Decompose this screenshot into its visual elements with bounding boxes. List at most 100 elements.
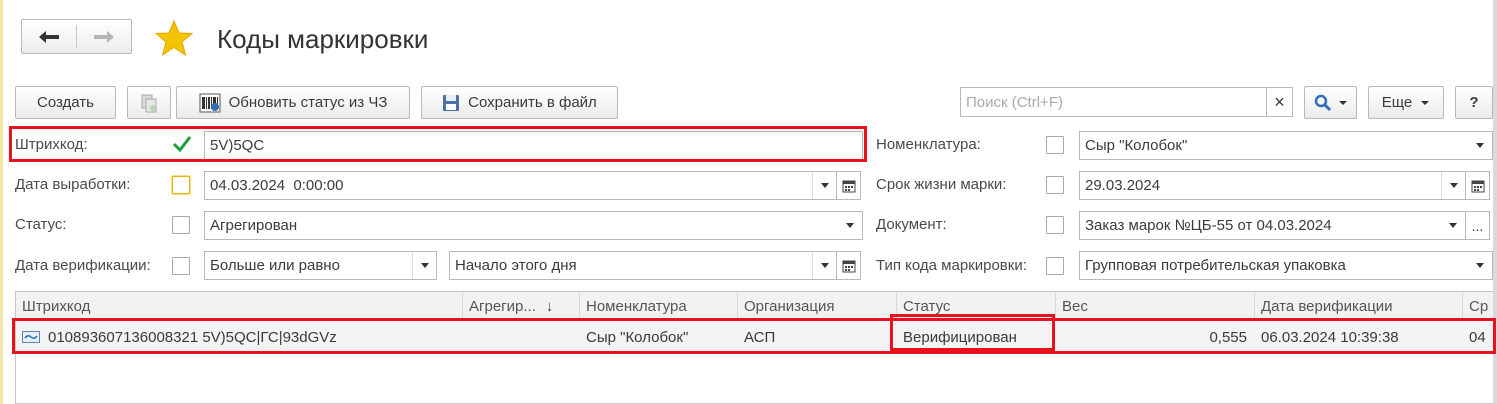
- verification-date-dropdown[interactable]: [812, 252, 836, 279]
- cell-status: Верифицирован: [897, 322, 1056, 352]
- verification-condition-value: Больше или равно: [210, 257, 340, 274]
- status-filter-label: Статус:: [15, 216, 67, 233]
- status-filter-select[interactable]: Агрегирован: [204, 211, 863, 240]
- copy-button[interactable]: [127, 86, 171, 119]
- navigation-buttons: [21, 19, 132, 54]
- extra-value: 04: [1469, 328, 1486, 346]
- status-filter-checkbox[interactable]: [172, 216, 190, 234]
- arrow-left-icon: [39, 30, 59, 43]
- barcode-filter-checkbox[interactable]: [172, 134, 192, 158]
- cell-organization: АСП: [738, 322, 897, 352]
- barcode-filter-label: Штрихкод:: [15, 136, 88, 153]
- mark-code-type-dropdown[interactable]: [1468, 252, 1492, 279]
- calendar-icon: [842, 180, 855, 192]
- document-more-label: ...: [1471, 217, 1484, 234]
- production-date-calendar-button[interactable]: [837, 171, 861, 200]
- table-row[interactable]: 010893607136008321 5V)5QC|ГС|93dGVz Сыр …: [16, 322, 1493, 352]
- mark-code-type-checkbox[interactable]: [1046, 257, 1064, 275]
- mark-lifetime-dropdown[interactable]: [1441, 172, 1465, 199]
- search-input[interactable]: Поиск (Ctrl+F): [960, 87, 1267, 117]
- document-select-button[interactable]: ...: [1466, 211, 1490, 240]
- document-filter-checkbox[interactable]: [1046, 216, 1064, 234]
- mark-lifetime-input[interactable]: 29.03.2024: [1079, 171, 1466, 200]
- mark-code-type-select[interactable]: Групповая потребительская упаковка: [1079, 251, 1493, 280]
- chevron-down-icon: [1476, 263, 1484, 268]
- search-options-button[interactable]: [1304, 86, 1357, 119]
- column-header-status[interactable]: Статус: [897, 292, 1056, 321]
- nomenclature-value: Сыр "Колобок": [586, 328, 689, 346]
- barcode-value: 010893607136008321 5V)5QC|ГС|93dGVz: [48, 328, 337, 346]
- status-dropdown-button[interactable]: [838, 212, 862, 239]
- document-filter-label: Документ:: [876, 216, 947, 233]
- column-header-nomenclature[interactable]: Номенклатура: [580, 292, 738, 321]
- save-to-file-label: Сохранить в файл: [468, 94, 597, 111]
- mark-code-type-value: Групповая потребительская упаковка: [1085, 257, 1346, 274]
- forward-button[interactable]: [77, 20, 131, 53]
- organization-value: АСП: [744, 328, 776, 346]
- production-date-checkbox[interactable]: [172, 176, 190, 194]
- column-header-verification-date[interactable]: Дата верификации: [1255, 292, 1463, 321]
- favorite-star-icon[interactable]: [155, 20, 193, 56]
- row-item-icon: [22, 331, 40, 343]
- create-button[interactable]: Создать: [15, 86, 116, 119]
- verification-date-select[interactable]: Начало этого дня: [449, 251, 837, 280]
- cell-weight: 0,555: [1056, 322, 1255, 352]
- copy-document-icon: [141, 94, 157, 112]
- nomenclature-filter-value: Сыр "Колобок": [1085, 137, 1188, 154]
- refresh-status-button[interactable]: Обновить статус из ЧЗ: [176, 86, 410, 119]
- production-date-input[interactable]: 04.03.2024 0:00:00: [204, 171, 837, 200]
- nomenclature-filter-select[interactable]: Сыр "Колобок": [1079, 131, 1493, 160]
- column-header-label: Статус: [903, 298, 951, 315]
- verification-condition-dropdown[interactable]: [412, 252, 436, 279]
- weight-value: 0,555: [1209, 328, 1247, 346]
- mark-lifetime-calendar-button[interactable]: [1466, 171, 1490, 200]
- column-header-label: Организация: [744, 298, 835, 315]
- close-icon: ×: [1274, 91, 1285, 112]
- clear-search-button[interactable]: ×: [1266, 87, 1293, 117]
- production-date-label: Дата выработки:: [15, 176, 131, 193]
- chevron-down-icon: [820, 263, 829, 268]
- help-label: ?: [1469, 94, 1479, 111]
- chevron-down-icon: [1449, 183, 1458, 188]
- mark-lifetime-label: Срок жизни марки:: [876, 176, 1007, 193]
- production-date-value: 04.03.2024 0:00:00: [210, 177, 344, 194]
- column-header-label: Штрихкод: [22, 298, 91, 315]
- column-header-barcode[interactable]: Штрихкод: [16, 292, 463, 321]
- cell-verification-date: 06.03.2024 10:39:38: [1255, 322, 1463, 352]
- column-header-extra[interactable]: Ср: [1463, 292, 1494, 321]
- window-left-border: [0, 0, 3, 404]
- verification-date-calendar-button[interactable]: [837, 251, 861, 280]
- status-refresh-icon: [199, 93, 221, 113]
- chevron-down-icon: [1338, 100, 1347, 105]
- chevron-down-icon: [820, 183, 829, 188]
- search-icon: [1314, 94, 1331, 111]
- chevron-down-icon: [1476, 143, 1484, 148]
- verification-date-cell-value: 06.03.2024 10:39:38: [1261, 328, 1399, 346]
- help-button[interactable]: ?: [1455, 86, 1493, 119]
- column-header-aggregated[interactable]: Агрегир... ↓: [463, 292, 580, 321]
- column-header-label: Агрегир...: [469, 298, 536, 315]
- document-dropdown-button[interactable]: [1441, 212, 1465, 239]
- verification-date-checkbox[interactable]: [172, 257, 190, 275]
- more-menu-button[interactable]: Еще: [1368, 86, 1444, 119]
- cell-nomenclature: Сыр "Колобок": [580, 322, 738, 352]
- back-button[interactable]: [22, 20, 76, 53]
- status-value: Верифицирован: [903, 328, 1017, 346]
- sort-arrow-icon: ↓: [545, 298, 554, 315]
- save-to-file-button[interactable]: Сохранить в файл: [421, 86, 618, 119]
- mark-lifetime-checkbox[interactable]: [1046, 176, 1064, 194]
- nomenclature-filter-checkbox[interactable]: [1046, 136, 1064, 154]
- calendar-icon: [1471, 180, 1484, 192]
- column-header-organization[interactable]: Организация: [738, 292, 897, 321]
- barcode-filter-input[interactable]: 5V)5QC: [204, 131, 863, 160]
- production-date-dropdown[interactable]: [812, 172, 836, 199]
- column-header-label: Ср: [1469, 298, 1489, 315]
- checkmark-icon: [172, 136, 192, 153]
- column-header-weight[interactable]: Вес: [1056, 292, 1255, 321]
- nomenclature-dropdown-button[interactable]: [1468, 132, 1492, 159]
- verification-condition-select[interactable]: Больше или равно: [204, 251, 437, 280]
- cell-barcode: 010893607136008321 5V)5QC|ГС|93dGVz: [16, 322, 463, 352]
- document-filter-select[interactable]: Заказ марок №ЦБ-55 от 04.03.2024: [1079, 211, 1466, 240]
- column-header-label: Номенклатура: [586, 298, 687, 315]
- barcode-filter-value: 5V)5QC: [210, 137, 265, 154]
